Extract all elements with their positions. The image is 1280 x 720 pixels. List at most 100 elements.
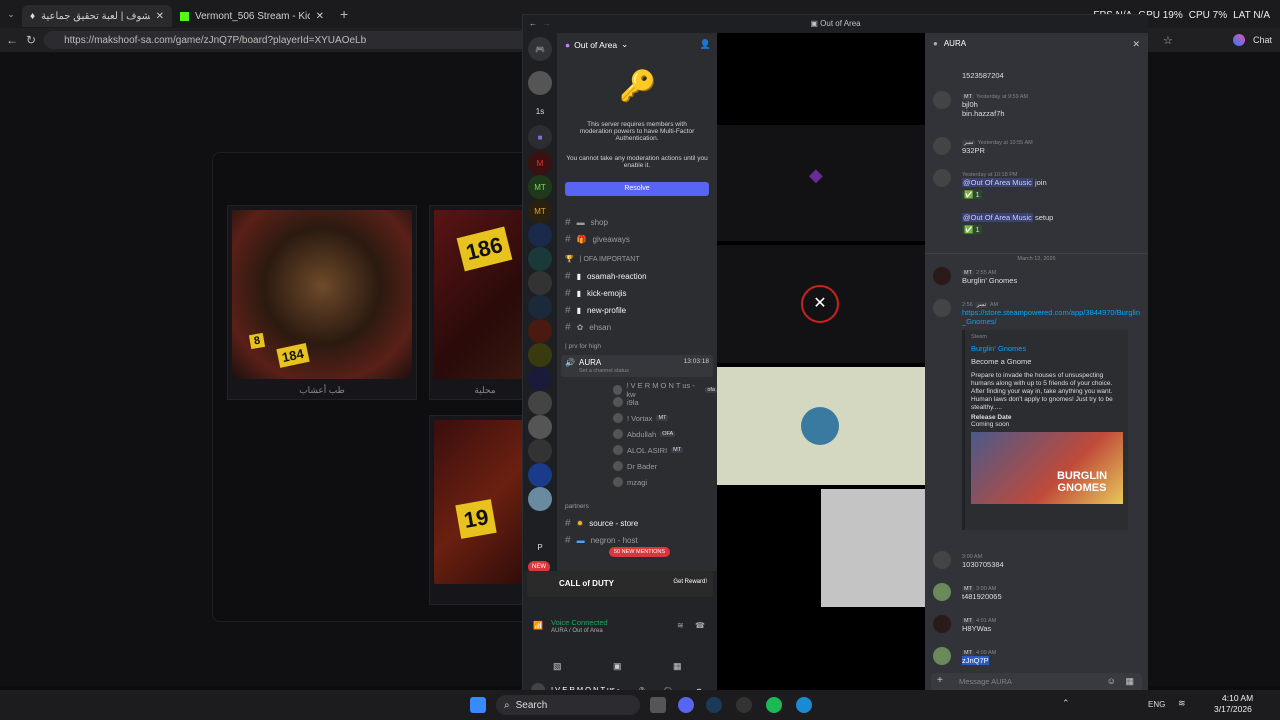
folder-icon[interactable]: ■ — [528, 125, 552, 149]
avatar[interactable] — [933, 615, 951, 633]
avatar[interactable] — [933, 583, 951, 601]
reload-icon[interactable]: ↻ — [26, 33, 36, 47]
resolve-button[interactable]: Resolve — [565, 182, 709, 196]
discord-icon[interactable] — [678, 697, 694, 713]
start-icon[interactable] — [470, 697, 486, 713]
server-icon[interactable] — [528, 319, 552, 343]
server-icon[interactable] — [528, 367, 552, 391]
invite-icon[interactable]: 👤 — [700, 39, 711, 50]
server-icon[interactable] — [528, 247, 552, 271]
voice-user[interactable]: ALOL ASIRI MT — [613, 445, 684, 455]
video-tile[interactable]: ◆ — [717, 125, 925, 241]
channel-profile[interactable]: # ▮ new-profile — [565, 305, 626, 316]
server-icon[interactable]: MT — [528, 175, 552, 199]
emoji-icon[interactable]: ☺ — [1107, 676, 1116, 686]
tab-list-chevron-icon[interactable]: ⌄ — [0, 9, 22, 20]
embed-title[interactable]: Burglin' Gnomes — [971, 344, 1122, 353]
embed-image[interactable]: BURGLIN GNOMES — [971, 432, 1123, 504]
avatar[interactable] — [933, 137, 951, 155]
server-icon[interactable]: M — [528, 151, 552, 175]
server-icon[interactable] — [528, 295, 552, 319]
apps-icon[interactable]: ▦ — [1125, 676, 1134, 687]
channel-ehsan[interactable]: # ✿ ehsan — [565, 322, 611, 333]
server-icon[interactable] — [528, 487, 552, 511]
server-icon[interactable] — [528, 439, 552, 463]
task-view-icon[interactable] — [650, 697, 666, 713]
channel-shop[interactable]: # ▬ shop — [565, 217, 608, 228]
video-tile[interactable]: ✕ — [717, 245, 925, 363]
promo-banner[interactable]: CALL of DUTY Get Reward! — [527, 571, 713, 597]
server-icon[interactable] — [528, 463, 552, 487]
channel-emojis[interactable]: # ▮ kick-emojis — [565, 288, 627, 299]
voice-channel-aura[interactable]: 🔊 AURA 13:03:18 Set a channel status — [561, 355, 713, 377]
noise-suppression-icon[interactable]: ≋ — [677, 621, 684, 630]
wifi-icon[interactable]: ≋ — [1178, 698, 1186, 709]
get-reward-button[interactable]: Get Reward! — [673, 579, 707, 585]
language-indicator[interactable]: ENG — [1148, 700, 1165, 709]
voice-user[interactable]: mzagi — [613, 477, 647, 487]
server-icon[interactable] — [528, 223, 552, 247]
avatar[interactable] — [933, 267, 951, 285]
channel-reaction[interactable]: # ▮ osamah-reaction — [565, 271, 647, 282]
back-icon[interactable]: ← — [529, 15, 537, 33]
server-header[interactable]: ● Out of Area ⌄ — [565, 39, 628, 50]
favorite-icon[interactable]: ☆ — [1163, 34, 1173, 47]
tray-chevron-icon[interactable]: ⌃ — [1062, 698, 1070, 709]
camera-off-icon[interactable]: ▧ — [553, 661, 562, 672]
server-icon[interactable] — [528, 71, 552, 95]
add-attachment-icon[interactable]: + — [937, 675, 943, 686]
evidence-card[interactable]: 184 8 طب أعشاب — [227, 205, 417, 400]
message-link[interactable]: https://store.steampowered.com/app/38449… — [962, 308, 1142, 326]
new-mentions-badge[interactable]: 50 NEW MENTIONS — [609, 547, 671, 557]
voice-user[interactable]: Dr Bader — [613, 461, 657, 471]
channel-negron-host[interactable]: # ▬ negron - host — [565, 535, 638, 546]
server-icon[interactable] — [528, 391, 552, 415]
disconnect-icon[interactable]: ☎ — [695, 621, 705, 630]
screenshare-icon[interactable]: ▣ — [613, 661, 622, 672]
channel-giveaways[interactable]: # 🎁 giveaways — [565, 234, 630, 245]
copilot-icon[interactable] — [1233, 34, 1245, 46]
message-input[interactable]: Message AURA — [959, 677, 1012, 686]
avatar[interactable] — [933, 299, 951, 317]
chat-button[interactable]: Chat — [1253, 35, 1272, 45]
category-prv[interactable]: | prv for high — [565, 343, 601, 350]
server-icon[interactable] — [528, 415, 552, 439]
taskbar-search[interactable]: ⌕ Search — [496, 695, 640, 715]
tab-makshoof[interactable]: ♦ مكشوف | لعبة تحقيق جماعية ✕ — [22, 5, 172, 27]
channel-status[interactable]: Set a channel status — [579, 368, 629, 374]
video-tile[interactable] — [821, 489, 925, 607]
new-tab-button[interactable]: + — [340, 6, 348, 22]
activities-icon[interactable]: ▦ — [673, 661, 682, 672]
category-partners[interactable]: partners — [565, 503, 589, 510]
obs-icon[interactable] — [736, 697, 752, 713]
voice-connected-status[interactable]: Voice Connected — [551, 618, 608, 627]
server-icon[interactable]: 1s — [528, 99, 552, 123]
check-reaction[interactable]: ✅ 1 — [962, 225, 982, 234]
tab-kick[interactable]: Vermont_506 Stream - Kick Dashb... ✕ — [172, 5, 332, 27]
message-composer[interactable]: + Message AURA ☺ ▦ — [931, 673, 1142, 691]
avatar[interactable] — [933, 91, 951, 109]
user-mention[interactable]: @Out Of Area Music — [962, 178, 1033, 187]
back-icon[interactable]: ← — [6, 33, 18, 47]
server-icon[interactable]: P — [528, 535, 552, 559]
server-icon[interactable] — [528, 343, 552, 367]
voice-user[interactable]: i9la — [613, 397, 639, 407]
steam-icon[interactable] — [706, 697, 722, 713]
voice-user[interactable]: ! Vortax MT — [613, 413, 669, 423]
check-reaction[interactable]: ✅ 1 — [962, 190, 982, 199]
clock-time[interactable]: 4:10 AM — [1222, 693, 1253, 703]
edge-icon[interactable] — [796, 697, 812, 713]
avatar[interactable] — [933, 169, 951, 187]
close-icon[interactable]: ✕ — [316, 11, 324, 22]
forward-icon[interactable]: → — [543, 15, 551, 33]
spotify-icon[interactable] — [766, 697, 782, 713]
avatar[interactable] — [933, 551, 951, 569]
clock-date[interactable]: 3/17/2026 — [1214, 704, 1252, 714]
user-mention[interactable]: @Out Of Area Music — [962, 213, 1033, 222]
server-icon[interactable]: MT — [528, 199, 552, 223]
video-tile[interactable] — [717, 367, 925, 485]
close-icon[interactable]: ✕ — [1132, 39, 1140, 50]
voice-user[interactable]: Abdullah OFA — [613, 429, 676, 439]
channel-source-store[interactable]: # ✹ source - store — [565, 518, 638, 529]
close-icon[interactable]: ✕ — [156, 11, 164, 22]
